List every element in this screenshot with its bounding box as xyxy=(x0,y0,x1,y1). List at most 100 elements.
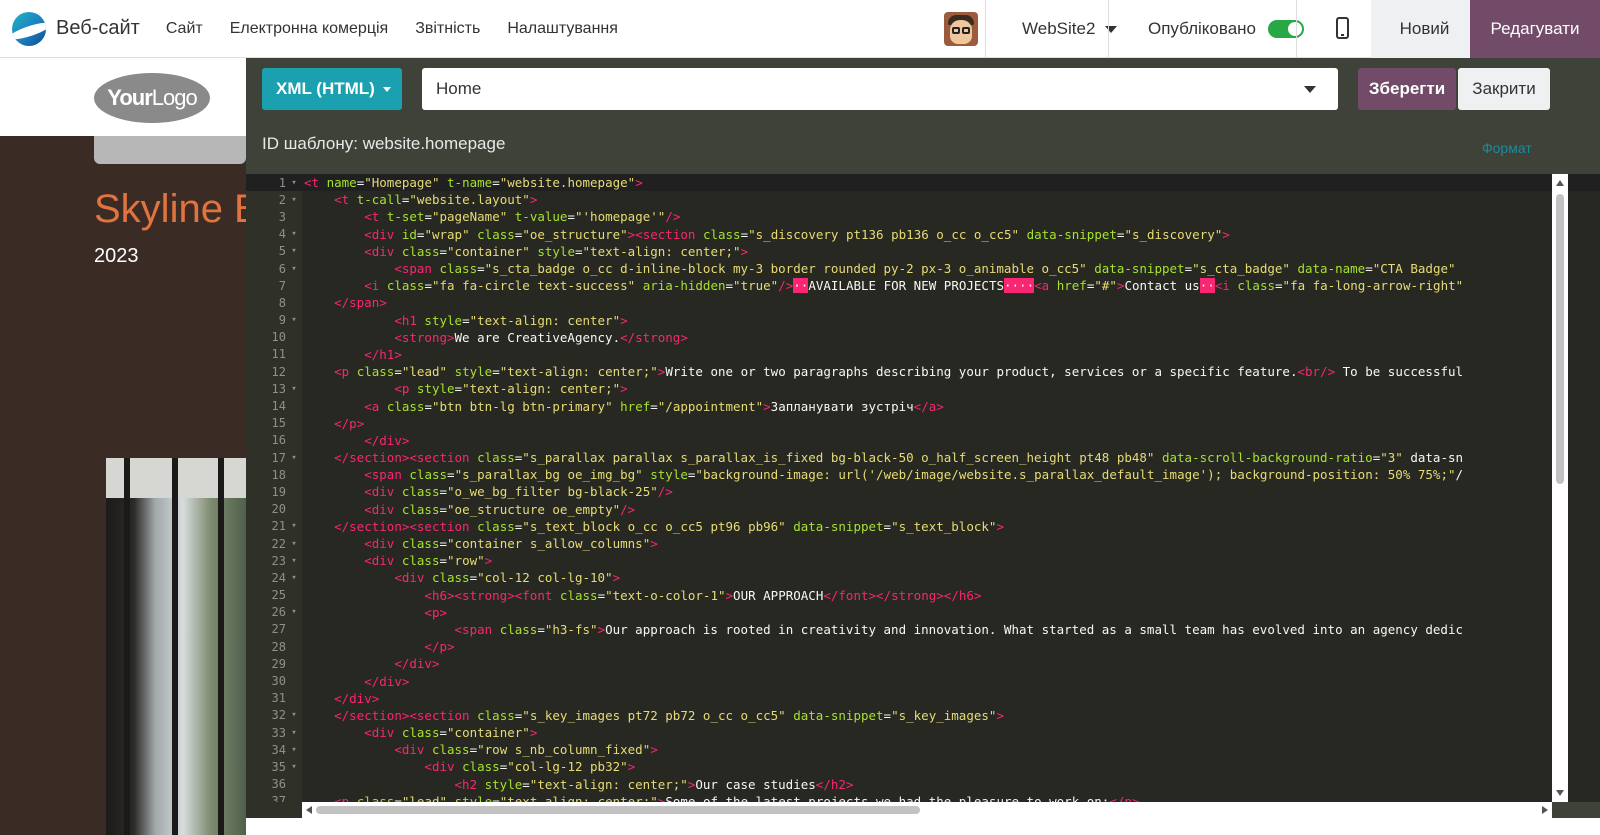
app-brand[interactable]: Веб-сайт xyxy=(12,11,140,46)
code-line[interactable]: 9 ▾ <h1 style="text-align: center"> xyxy=(246,312,1600,329)
code-line[interactable]: 8 </span> xyxy=(246,294,1600,311)
save-button[interactable]: Зберегти xyxy=(1358,68,1456,110)
edit-button[interactable]: Редагувати xyxy=(1470,0,1600,58)
line-number: 34 xyxy=(271,742,286,757)
main-menu: Сайт Електронна комерція Звітність Налаш… xyxy=(166,20,645,38)
code-line[interactable]: 4 ▾ <div id="wrap" class="oe_structure"><… xyxy=(246,226,1600,243)
code-line[interactable]: 14 <a class="btn btn-lg btn-primary" hre… xyxy=(246,397,1600,414)
code-line[interactable]: 2 ▾ <t t-call="website.layout"> xyxy=(246,191,1600,208)
scroll-right-icon[interactable] xyxy=(1542,806,1548,814)
scroll-left-icon[interactable] xyxy=(306,806,312,814)
line-text: <div id="wrap" class="oe_structure"><sec… xyxy=(364,226,1230,242)
code-line[interactable]: 29 </div> xyxy=(246,655,1600,672)
code-line[interactable]: 17 ▾ </section><section class="s_parallax… xyxy=(246,449,1600,466)
line-text: </section><section class="s_key_images p… xyxy=(334,707,1004,723)
fold-arrow-icon[interactable]: ▾ xyxy=(286,246,302,256)
editor-mode-dropdown[interactable]: XML (HTML) xyxy=(262,68,402,110)
vertical-scrollbar[interactable] xyxy=(1552,174,1568,802)
fold-arrow-icon[interactable]: ▾ xyxy=(286,384,302,394)
code-line[interactable]: 6 ▾ <span class="s_cta_badge o_cc d-inlin… xyxy=(246,260,1600,277)
mobile-preview-icon[interactable] xyxy=(1336,17,1349,39)
code-line[interactable]: 32 ▾ </section><section class="s_key_imag… xyxy=(246,707,1600,724)
line-number: 36 xyxy=(271,777,286,792)
fold-arrow-icon[interactable]: ▾ xyxy=(286,539,302,549)
close-button[interactable]: Закрити xyxy=(1458,68,1550,110)
line-number: 10 xyxy=(271,330,286,345)
caret-down-icon xyxy=(382,86,391,92)
fold-arrow-icon[interactable]: ▾ xyxy=(286,315,302,325)
code-line[interactable]: 37 <p class="lead" style="text-align: ce… xyxy=(246,793,1600,802)
line-number: 33 xyxy=(271,725,286,740)
website-selector[interactable]: WebSite2 xyxy=(1022,0,1118,58)
new-button[interactable]: Новий xyxy=(1371,0,1478,58)
code-line[interactable]: 1 ▾ <t name="Homepage" t-name="website.hom… xyxy=(246,174,1600,192)
menu-item-site[interactable]: Сайт xyxy=(166,20,203,38)
code-line[interactable]: 15 </p> xyxy=(246,415,1600,432)
code-line[interactable]: 24 ▾ <div class="col-12 col-lg-10"> xyxy=(246,569,1600,586)
code-line[interactable]: 28 </p> xyxy=(246,638,1600,655)
code-line[interactable]: 20 <div class="oe_structure oe_empty"/> xyxy=(246,501,1600,518)
horizontal-scrollbar[interactable] xyxy=(302,802,1552,818)
fold-arrow-icon[interactable]: ▾ xyxy=(286,745,302,755)
line-number: 24 xyxy=(271,570,286,585)
code-line[interactable]: 13 ▾ <p style="text-align: center;"> xyxy=(246,380,1600,397)
code-line[interactable]: 3 <t t-set="pageName" t-value="'homepage… xyxy=(246,208,1600,225)
code-line[interactable]: 25 <h6><strong><font class="text-o-color… xyxy=(246,587,1600,604)
site-logo[interactable]: Your Logo xyxy=(94,73,210,123)
user-avatar[interactable] xyxy=(944,12,978,46)
code-line[interactable]: 7 <i class="fa fa-circle text-success" a… xyxy=(246,277,1600,294)
menu-item-ecommerce[interactable]: Електронна комерція xyxy=(230,20,388,38)
top-navbar: Веб-сайт Сайт Електронна комерція Звітні… xyxy=(0,0,1600,58)
scroll-up-icon[interactable] xyxy=(1556,180,1564,186)
menu-item-settings[interactable]: Налаштування xyxy=(507,20,618,38)
code-line[interactable]: 19 <div class="o_we_bg_filter bg-black-2… xyxy=(246,483,1600,500)
line-text: </p> xyxy=(424,639,455,655)
scroll-down-icon[interactable] xyxy=(1556,790,1564,796)
fold-arrow-icon[interactable]: ▾ xyxy=(286,762,302,772)
code-line[interactable]: 36 <h2 style="text-align: center;">Our c… xyxy=(246,776,1600,793)
code-line[interactable]: 26 ▾ <p> xyxy=(246,604,1600,621)
code-line[interactable]: 16 </div> xyxy=(246,432,1600,449)
code-line[interactable]: 22 ▾ <div class="container s_allow_column… xyxy=(246,535,1600,552)
line-text: <p class="lead" style="text-align: cente… xyxy=(334,793,1140,802)
fold-arrow-icon[interactable]: ▾ xyxy=(286,453,302,463)
line-number: 18 xyxy=(271,467,286,482)
website-app-icon xyxy=(12,11,46,46)
line-text: </div> xyxy=(364,432,410,448)
format-link[interactable]: Формат xyxy=(1482,140,1532,156)
code-line[interactable]: 34 ▾ <div class="row s_nb_column_fixed"> xyxy=(246,741,1600,758)
fold-arrow-icon[interactable]: ▾ xyxy=(286,264,302,274)
menu-item-reporting[interactable]: Звітність xyxy=(415,20,480,38)
fold-arrow-icon[interactable]: ▾ xyxy=(286,178,302,188)
code-line[interactable]: 11 </h1> xyxy=(246,346,1600,363)
line-number: 31 xyxy=(271,691,286,706)
line-text: <div class="container s_allow_columns"> xyxy=(364,536,658,552)
code-line[interactable]: 30 </div> xyxy=(246,672,1600,689)
code-line[interactable]: 31 </div> xyxy=(246,690,1600,707)
fold-arrow-icon[interactable]: ▾ xyxy=(286,195,302,205)
line-text: </div> xyxy=(334,690,380,706)
fold-arrow-icon[interactable]: ▾ xyxy=(286,607,302,617)
code-line[interactable]: 35 ▾ <div class="col-lg-12 pb32"> xyxy=(246,758,1600,775)
code-line[interactable]: 18 <span class="s_parallax_bg oe_img_bg"… xyxy=(246,466,1600,483)
fold-arrow-icon[interactable]: ▾ xyxy=(286,556,302,566)
fold-arrow-icon[interactable]: ▾ xyxy=(286,728,302,738)
code-line[interactable]: 23 ▾ <div class="row"> xyxy=(246,552,1600,569)
code-line[interactable]: 12 <p class="lead" style="text-align: ce… xyxy=(246,363,1600,380)
scroll-thumb[interactable] xyxy=(316,806,920,814)
fold-arrow-icon[interactable]: ▾ xyxy=(286,573,302,583)
code-line[interactable]: 5 ▾ <div class="container" style="text-al… xyxy=(246,243,1600,260)
code-line[interactable]: 10 <strong>We are CreativeAgency.</stron… xyxy=(246,329,1600,346)
view-selector[interactable]: Home xyxy=(422,68,1338,110)
scroll-thumb[interactable] xyxy=(1556,194,1564,484)
fold-arrow-icon[interactable]: ▾ xyxy=(286,229,302,239)
fold-arrow-icon[interactable]: ▾ xyxy=(286,710,302,720)
published-toggle[interactable] xyxy=(1268,20,1305,38)
code-line[interactable]: 33 ▾ <div class="container"> xyxy=(246,724,1600,741)
line-number: 21 xyxy=(271,519,286,534)
line-number: 8 xyxy=(278,295,286,310)
code-line[interactable]: 21 ▾ </section><section class="s_text_blo… xyxy=(246,518,1600,535)
fold-arrow-icon[interactable]: ▾ xyxy=(286,521,302,531)
code-line[interactable]: 27 <span class="h3-fs">Our approach is r… xyxy=(246,621,1600,638)
code-editor[interactable]: 1 ▾ <t name="Homepage" t-name="website.hom… xyxy=(246,174,1600,802)
